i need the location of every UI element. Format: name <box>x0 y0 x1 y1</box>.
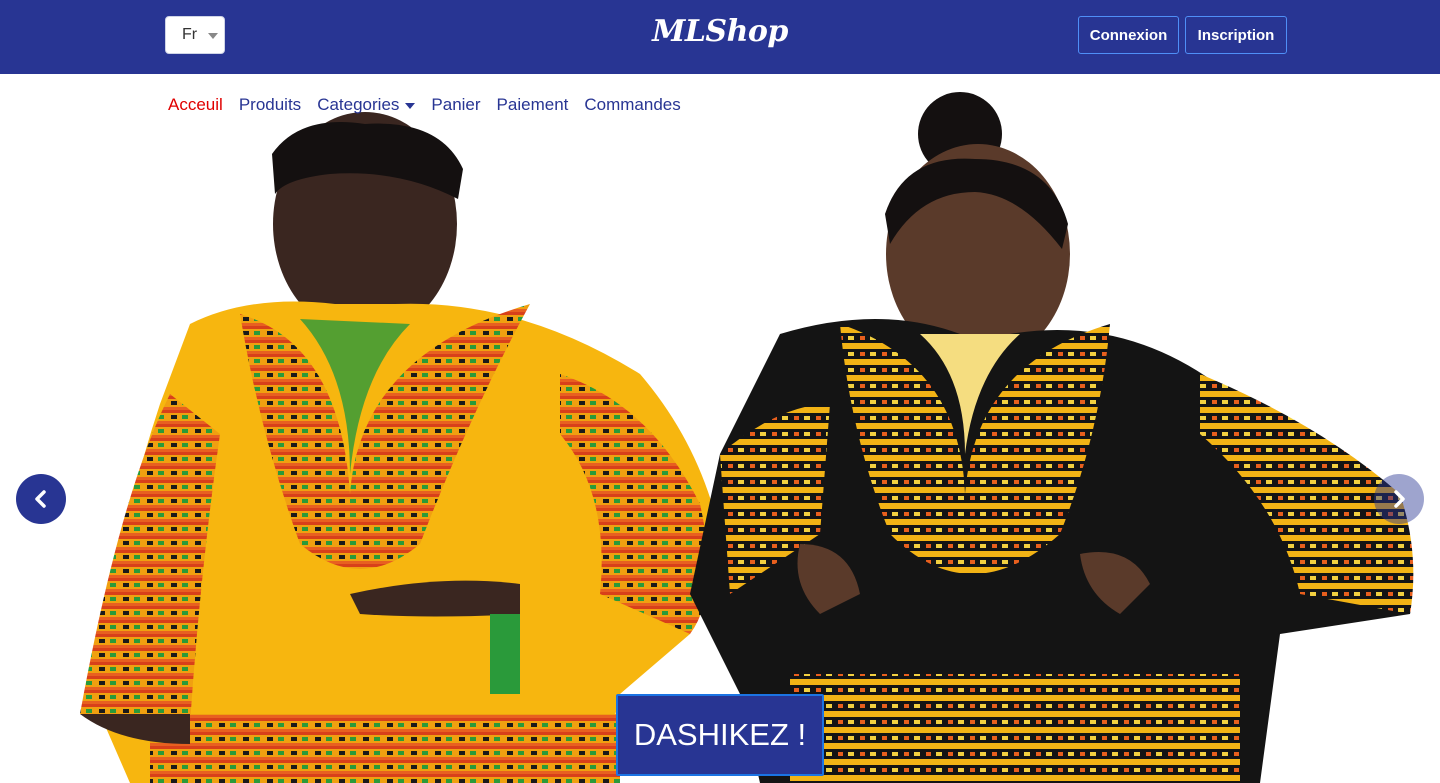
brand-name[interactable]: MLShop <box>652 14 788 49</box>
chevron-right-icon <box>1394 490 1405 508</box>
nav-item-categories[interactable]: Categories <box>317 95 416 115</box>
main-nav: Acceuil Produits Categories Panier Paiem… <box>168 92 681 118</box>
nav-item-commandes[interactable]: Commandes <box>584 95 680 115</box>
login-button[interactable]: Connexion <box>1078 16 1179 54</box>
nav-item-paiement[interactable]: Paiement <box>497 95 569 115</box>
chevron-down-icon <box>208 33 218 39</box>
signup-button[interactable]: Inscription <box>1185 16 1287 54</box>
carousel-caption-button[interactable]: DASHIKEZ ! <box>616 694 824 776</box>
nav-item-panier[interactable]: Panier <box>431 95 480 115</box>
chevron-left-icon <box>35 490 46 508</box>
model-man <box>80 112 720 783</box>
language-select[interactable]: Fr <box>165 16 225 54</box>
hero-carousel: DASHIKEZ ! <box>0 74 1440 783</box>
nav-item-categories-label: Categories <box>317 95 400 114</box>
carousel-prev-button[interactable] <box>16 474 66 524</box>
top-header: Fr MLShop Connexion Inscription <box>0 0 1440 74</box>
nav-item-acceuil[interactable]: Acceuil <box>168 95 223 115</box>
caret-down-icon <box>405 103 416 109</box>
model-woman <box>690 92 1414 783</box>
carousel-next-button[interactable] <box>1374 474 1424 524</box>
language-selected-value: Fr <box>182 26 198 43</box>
nav-item-produits[interactable]: Produits <box>239 95 301 115</box>
carousel-slide-image <box>80 92 1414 783</box>
